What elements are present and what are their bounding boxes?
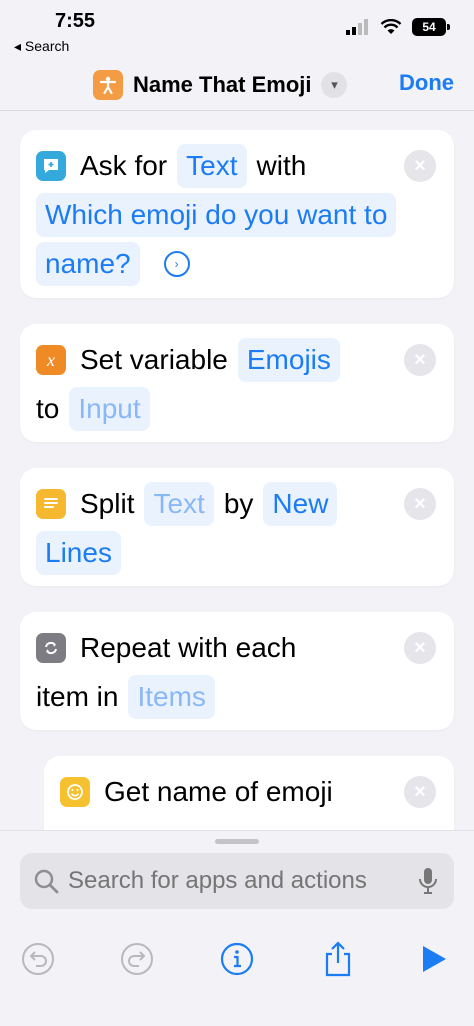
delete-action-close-icon[interactable]: × xyxy=(404,150,436,182)
prompt-text-token[interactable]: Which emoji do you want to xyxy=(36,193,397,237)
variable-name-token[interactable]: Emojis xyxy=(237,338,340,382)
nav-divider xyxy=(0,110,474,111)
info-icon xyxy=(220,942,254,976)
item-in-label: item in xyxy=(36,681,119,712)
search-input[interactable] xyxy=(66,866,400,896)
repeat-with-each-action[interactable]: Repeat with each × item in Items xyxy=(20,612,454,730)
microphone-icon[interactable] xyxy=(418,866,438,896)
delete-action-close-icon[interactable]: × xyxy=(404,776,436,808)
emoji-icon xyxy=(60,777,90,807)
redo-icon xyxy=(121,943,153,975)
text-input-token[interactable]: Text xyxy=(144,482,214,526)
items-variable-token[interactable]: Items xyxy=(128,675,215,719)
ask-for-input-icon xyxy=(36,151,66,181)
wifi-icon xyxy=(380,19,402,34)
run-button[interactable] xyxy=(414,939,454,979)
undo-icon xyxy=(22,943,54,975)
redo-button[interactable] xyxy=(117,939,157,979)
sheet-grabber-handle[interactable] xyxy=(215,839,259,844)
split-label: Split xyxy=(80,488,135,519)
split-text-action[interactable]: Split Text by New × Lines xyxy=(20,468,454,586)
input-variable-token[interactable]: Input xyxy=(69,387,150,431)
text-split-icon xyxy=(36,489,66,519)
done-button[interactable]: Done xyxy=(399,70,454,96)
cellular-signal-icon xyxy=(346,19,368,35)
search-icon xyxy=(34,869,59,894)
nav-bar: Name That Emoji ▾ Done xyxy=(0,60,474,110)
input-type-token[interactable]: Text xyxy=(177,144,247,188)
repeat-label: Repeat with each xyxy=(80,632,297,663)
accessibility-icon xyxy=(93,70,123,100)
ask-for-label: Ask for xyxy=(80,150,168,181)
action-search-sheet xyxy=(0,830,474,1026)
info-button[interactable] xyxy=(217,939,257,979)
back-to-app-link[interactable]: ◂ Search xyxy=(14,38,69,55)
share-icon xyxy=(325,941,351,977)
shortcut-title: Name That Emoji xyxy=(133,72,312,97)
expand-arrow-icon[interactable]: › xyxy=(163,251,190,277)
repeat-icon xyxy=(36,633,66,663)
battery-indicator: 54 xyxy=(412,18,450,36)
editor-toolbar xyxy=(0,931,474,987)
by-label: by xyxy=(223,488,254,519)
chevron-down-icon[interactable]: ▾ xyxy=(321,72,348,98)
play-icon xyxy=(423,946,446,972)
status-time: 7:55 xyxy=(55,10,96,32)
share-button[interactable] xyxy=(318,939,358,979)
status-icons: 54 xyxy=(346,18,450,36)
set-variable-action[interactable]: x Set variable Emojis × to Input xyxy=(20,324,454,442)
delete-action-close-icon[interactable]: × xyxy=(404,488,436,520)
variable-icon: x xyxy=(36,345,66,375)
delete-action-close-icon[interactable]: × xyxy=(404,344,436,376)
get-emoji-name-label: Get name of emoji xyxy=(104,776,333,807)
separator-token[interactable]: New xyxy=(263,482,338,526)
to-label: to xyxy=(36,393,60,424)
with-label: with xyxy=(256,150,307,181)
search-bar[interactable] xyxy=(20,853,454,909)
undo-button[interactable] xyxy=(18,939,58,979)
status-bar: 7:55 ◂ Search 54 xyxy=(0,0,474,60)
separator-token-cont[interactable]: Lines xyxy=(36,531,121,575)
shortcut-title-menu[interactable]: Name That Emoji ▾ xyxy=(93,70,348,100)
prompt-text-token-cont[interactable]: name? xyxy=(36,242,140,286)
delete-action-close-icon[interactable]: × xyxy=(404,632,436,664)
set-variable-label: Set variable xyxy=(80,344,228,375)
ask-for-input-action[interactable]: Ask for Text with × Which emoji do you w… xyxy=(20,130,454,298)
